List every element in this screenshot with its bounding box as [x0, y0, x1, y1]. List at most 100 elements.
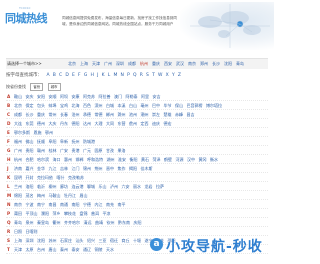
city-link[interactable]: 滨州 [95, 103, 103, 108]
city-link[interactable]: 九江 [49, 166, 57, 171]
city-link[interactable]: 攀枝花 [64, 211, 76, 216]
letter-link-q[interactable]: Q [133, 73, 137, 78]
letter-link-s[interactable]: S [146, 73, 149, 78]
city-link[interactable]: 潮州 [141, 112, 149, 117]
city-link[interactable]: 东莞 [26, 121, 34, 126]
city-link[interactable]: 呼和浩特 [87, 157, 103, 162]
city-link[interactable]: 曲靖 [95, 220, 103, 225]
city-link[interactable]: 汉中 [187, 157, 195, 162]
city-link[interactable]: 锦州 [83, 166, 91, 171]
city-link[interactable]: 荆州 [95, 166, 103, 171]
city-link[interactable]: 菏泽 [153, 157, 161, 162]
city-link[interactable]: 承德 [83, 112, 91, 117]
city-link[interactable]: 焦作 [118, 166, 126, 171]
hot-city-link[interactable]: 沈阳 [224, 61, 232, 66]
city-link[interactable]: 鄂州 [45, 130, 53, 135]
city-link[interactable]: 阿坝 [60, 94, 68, 99]
city-link[interactable]: 绍兴 [87, 238, 95, 243]
hot-city-link[interactable]: 西安 [164, 61, 172, 66]
city-link[interactable]: 济南 [14, 166, 22, 171]
city-link[interactable]: 迪庆 [152, 121, 160, 126]
city-link[interactable]: 绵阳 [14, 193, 22, 198]
letter-link-t[interactable]: T [152, 73, 155, 78]
city-link[interactable]: 东营 [118, 121, 126, 126]
city-link[interactable]: 南充 [106, 202, 114, 207]
letter-link-w[interactable]: W [158, 73, 162, 78]
city-link[interactable]: 南平 [118, 202, 126, 207]
city-link[interactable]: 十堰 [133, 238, 141, 243]
city-link[interactable]: 邯郸 [76, 157, 84, 162]
city-link[interactable]: 乐山 [99, 184, 107, 189]
city-link[interactable]: 龙岩 [145, 184, 153, 189]
city-link[interactable]: 德阳 [72, 121, 80, 126]
city-link[interactable]: 合肥 [26, 157, 34, 162]
city-link[interactable]: 南京 [14, 202, 22, 207]
letter-link-a[interactable]: A [46, 73, 49, 78]
city-link[interactable]: 天水 [106, 247, 114, 252]
letter-link-x[interactable]: X [166, 73, 169, 78]
letter-link-j[interactable]: J [97, 73, 98, 78]
city-link[interactable]: 眉山 [80, 193, 88, 198]
city-link[interactable]: 毕节 [164, 103, 172, 108]
city-link[interactable]: 白城 [106, 103, 114, 108]
city-link[interactable]: 安吉 [153, 94, 161, 99]
city-link[interactable]: 盘锦 [80, 211, 88, 216]
hot-city-link[interactable]: 上海 [80, 61, 88, 66]
hot-city-link[interactable]: 武汉 [176, 61, 184, 66]
city-link[interactable]: 抚顺 [37, 139, 45, 144]
hot-city-link[interactable]: 南京 [188, 61, 196, 66]
hot-city-link[interactable]: 郑州 [200, 61, 208, 66]
city-link[interactable]: 阜阳 [49, 139, 57, 144]
letter-link-b[interactable]: B [53, 73, 56, 78]
city-link[interactable]: 巴中 [152, 103, 160, 108]
city-link[interactable]: 大庆 [49, 121, 57, 126]
city-link[interactable]: 成都 [14, 112, 22, 117]
city-link[interactable]: 梅州 [37, 193, 45, 198]
letter-link-f[interactable]: F [78, 73, 81, 78]
city-link[interactable]: 南阳 [72, 202, 80, 207]
city-link[interactable]: 沈阳 [37, 238, 45, 243]
city-link[interactable]: 深圳 [26, 238, 34, 243]
city-link[interactable]: 阿勒泰 [126, 94, 138, 99]
city-link[interactable]: 廊坊 [60, 184, 68, 189]
city-link[interactable]: 百色 [83, 103, 91, 108]
city-link[interactable]: 赣州 [37, 148, 45, 153]
city-link[interactable]: 抚州 [72, 139, 80, 144]
city-link[interactable]: 安康 [72, 94, 80, 99]
city-link[interactable]: 清远 [84, 220, 92, 225]
city-link[interactable]: 亳州 [141, 103, 149, 108]
city-link[interactable]: 宁德 [83, 202, 91, 207]
city-link[interactable]: 甘孜 [106, 148, 114, 153]
city-link[interactable]: 内江 [95, 202, 103, 207]
city-link[interactable]: 长春 [60, 112, 68, 117]
city-link[interactable]: 开封 [26, 175, 34, 180]
city-link[interactable]: 福州 [14, 139, 22, 144]
city-link[interactable]: 苏州 [49, 238, 57, 243]
hot-city-link[interactable]: 杭州 [140, 61, 148, 66]
city-link[interactable]: 泰州 [60, 247, 68, 252]
city-link[interactable]: 平顶山 [26, 211, 38, 216]
city-link[interactable]: 六安 [122, 184, 130, 189]
letter-link-r[interactable]: R [140, 73, 143, 78]
city-link[interactable]: 金华 [37, 166, 45, 171]
city-link[interactable]: 安庆 [26, 94, 34, 99]
city-link[interactable]: 固原 [95, 148, 103, 153]
city-link[interactable]: 果洛 [118, 148, 126, 153]
city-link[interactable]: 巴音郭楞 [187, 103, 203, 108]
hot-city-link[interactable]: 长沙 [212, 61, 220, 66]
city-link[interactable]: 衡阳 [130, 157, 138, 162]
city-link[interactable]: 莆田 [14, 211, 22, 216]
city-link[interactable]: 上海 [14, 238, 22, 243]
city-link[interactable]: 聊城 [87, 184, 95, 189]
letter-link-m[interactable]: M [113, 73, 117, 78]
city-link[interactable]: 黄石 [141, 157, 149, 162]
city-link[interactable]: 广安 [60, 148, 68, 153]
letter-link-h[interactable]: H [91, 73, 94, 78]
letter-link-p[interactable]: P [127, 73, 130, 78]
city-link[interactable]: 日喀则 [26, 229, 38, 234]
city-link[interactable]: 滁州 [118, 112, 126, 117]
city-link[interactable]: 郴州 [106, 112, 114, 117]
city-link[interactable]: 贵港 [72, 148, 80, 153]
city-link[interactable]: 太原 [26, 247, 34, 252]
city-link[interactable]: 保山 [175, 103, 183, 108]
